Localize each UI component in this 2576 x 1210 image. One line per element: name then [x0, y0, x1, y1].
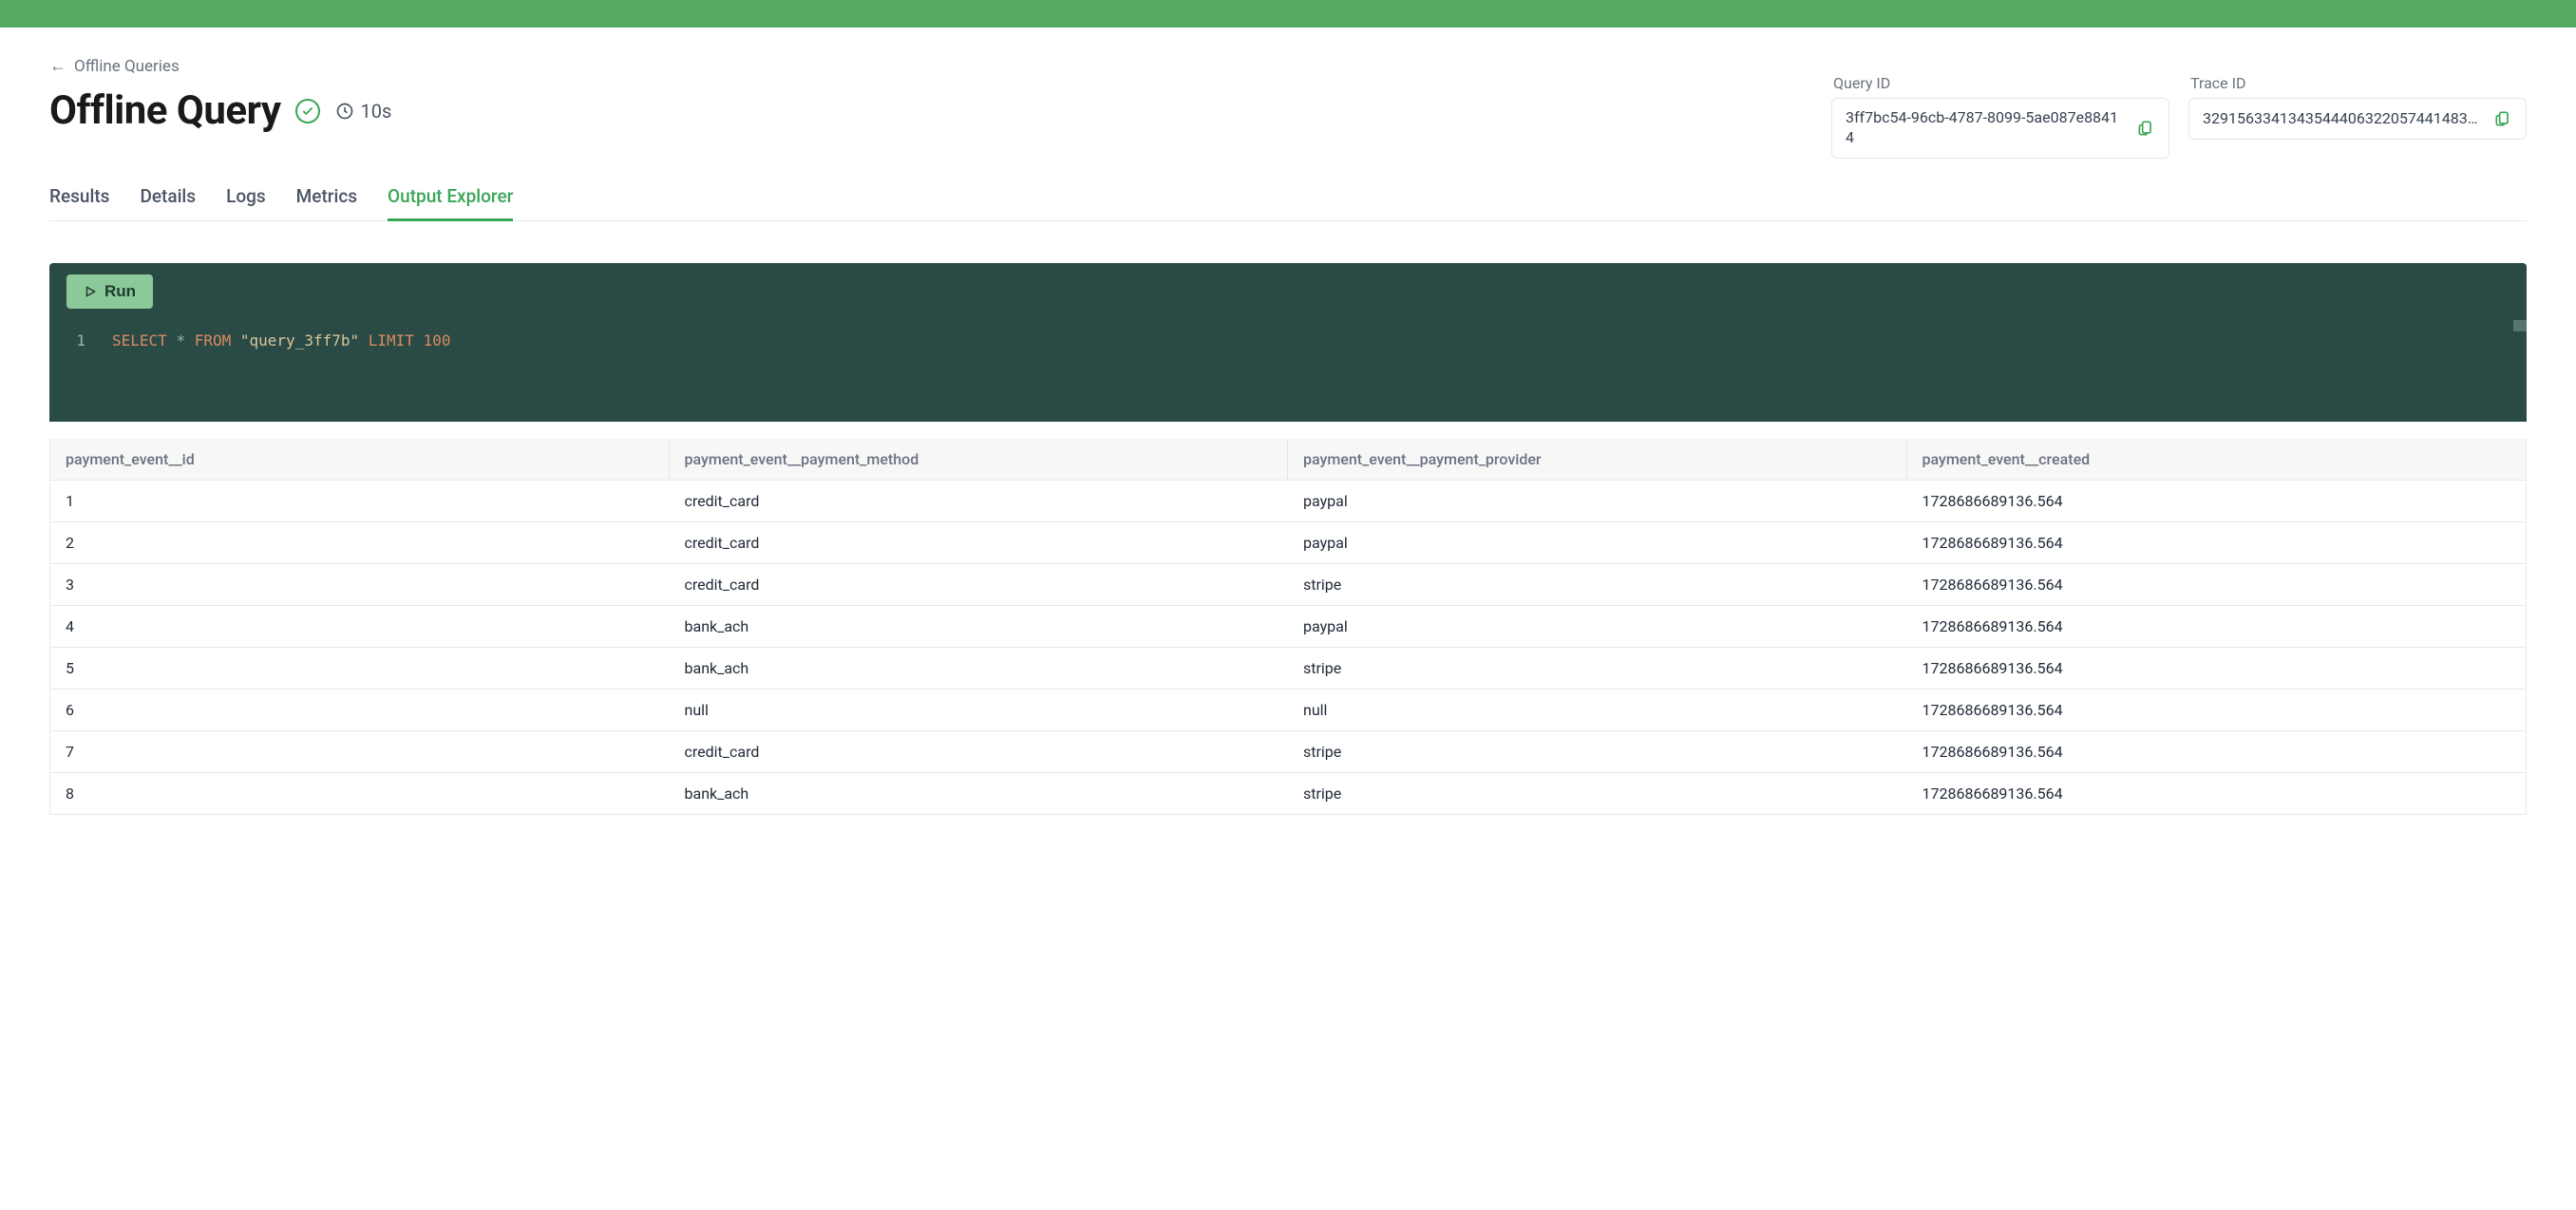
table-cell: 1728686689136.564 — [1907, 522, 2527, 563]
table-row[interactable]: 7credit_cardstripe1728686689136.564 — [50, 730, 2526, 772]
table-cell: credit_card — [670, 481, 1289, 521]
run-button-label: Run — [104, 282, 136, 301]
editor-minimap[interactable] — [2513, 320, 2527, 331]
trace-id-label: Trace ID — [2188, 74, 2527, 92]
table-cell: null — [1288, 690, 1907, 730]
breadcrumb-label: Offline Queries — [74, 57, 180, 76]
table-cell: paypal — [1288, 606, 1907, 647]
tab-metrics[interactable]: Metrics — [296, 185, 357, 221]
column-header[interactable]: payment_event__created — [1907, 439, 2527, 480]
table-cell: 7 — [50, 731, 670, 772]
arrow-left-icon: ← — [49, 56, 66, 76]
table-cell: stripe — [1288, 648, 1907, 689]
column-header[interactable]: payment_event__payment_method — [670, 439, 1289, 480]
query-id-box: 3ff7bc54-96cb-4787-8099-5ae087e88414 — [1831, 98, 2169, 159]
table-cell: 6 — [50, 690, 670, 730]
table-cell: bank_ach — [670, 648, 1289, 689]
table-cell: 8 — [50, 773, 670, 814]
duration-text: 10s — [360, 100, 391, 123]
breadcrumb-back[interactable]: ← Offline Queries — [49, 56, 2527, 76]
trace-id-box: 329156334134354440632205744148302630000 — [2188, 98, 2527, 140]
table-cell: 3 — [50, 564, 670, 605]
table-cell: 1 — [50, 481, 670, 521]
query-id-label: Query ID — [1831, 74, 2169, 92]
table-cell: stripe — [1288, 773, 1907, 814]
table-row[interactable]: 2credit_cardpaypal1728686689136.564 — [50, 521, 2526, 563]
table-row[interactable]: 8bank_achstripe1728686689136.564 — [50, 772, 2526, 814]
sql-editor: Run 1 SELECT * FROM "query_3ff7b" LIMIT … — [49, 263, 2527, 422]
top-accent-bar — [0, 0, 2576, 28]
copy-icon[interactable] — [2493, 109, 2512, 128]
table-cell: 4 — [50, 606, 670, 647]
table-cell: 1728686689136.564 — [1907, 690, 2527, 730]
sql-line: SELECT * FROM "query_3ff7b" LIMIT 100 — [104, 331, 450, 350]
tab-bar: Results Details Logs Metrics Output Explorer — [49, 185, 2527, 221]
table-cell: 1728686689136.564 — [1907, 564, 2527, 605]
table-cell: 1728686689136.564 — [1907, 481, 2527, 521]
table-cell: credit_card — [670, 522, 1289, 563]
tab-output-explorer[interactable]: Output Explorer — [388, 185, 513, 221]
table-cell: paypal — [1288, 481, 1907, 521]
table-cell: 2 — [50, 522, 670, 563]
table-cell: 5 — [50, 648, 670, 689]
table-cell: bank_ach — [670, 606, 1289, 647]
table-cell: 1728686689136.564 — [1907, 773, 2527, 814]
table-cell: null — [670, 690, 1289, 730]
table-cell: bank_ach — [670, 773, 1289, 814]
table-cell: stripe — [1288, 564, 1907, 605]
table-row[interactable]: 3credit_cardstripe1728686689136.564 — [50, 563, 2526, 605]
line-number: 1 — [49, 331, 104, 350]
table-cell: credit_card — [670, 731, 1289, 772]
column-header[interactable]: payment_event__id — [50, 439, 670, 480]
table-row[interactable]: 1credit_cardpaypal1728686689136.564 — [50, 480, 2526, 521]
duration-badge: 10s — [335, 100, 391, 123]
tab-logs[interactable]: Logs — [226, 185, 266, 221]
table-row[interactable]: 4bank_achpaypal1728686689136.564 — [50, 605, 2526, 647]
table-header-row: payment_event__idpayment_event__payment_… — [50, 439, 2526, 480]
table-cell: 1728686689136.564 — [1907, 648, 2527, 689]
status-success-icon — [295, 99, 320, 123]
trace-id-value: 329156334134354440632205744148302630000 — [2203, 109, 2478, 129]
table-cell: 1728686689136.564 — [1907, 731, 2527, 772]
tab-details[interactable]: Details — [140, 185, 196, 221]
table-cell: paypal — [1288, 522, 1907, 563]
table-cell: 1728686689136.564 — [1907, 606, 2527, 647]
sql-editor-body[interactable]: 1 SELECT * FROM "query_3ff7b" LIMIT 100 — [49, 320, 2527, 422]
table-cell: stripe — [1288, 731, 1907, 772]
page-title: Offline Query — [49, 87, 280, 134]
run-button[interactable]: Run — [66, 274, 153, 309]
tab-results[interactable]: Results — [49, 185, 109, 221]
table-cell: credit_card — [670, 564, 1289, 605]
query-id-value: 3ff7bc54-96cb-4787-8099-5ae087e88414 — [1846, 108, 2125, 148]
table-row[interactable]: 5bank_achstripe1728686689136.564 — [50, 647, 2526, 689]
copy-icon[interactable] — [2136, 119, 2155, 138]
column-header[interactable]: payment_event__payment_provider — [1288, 439, 1907, 480]
results-table: payment_event__idpayment_event__payment_… — [49, 439, 2527, 815]
table-row[interactable]: 6nullnull1728686689136.564 — [50, 689, 2526, 730]
